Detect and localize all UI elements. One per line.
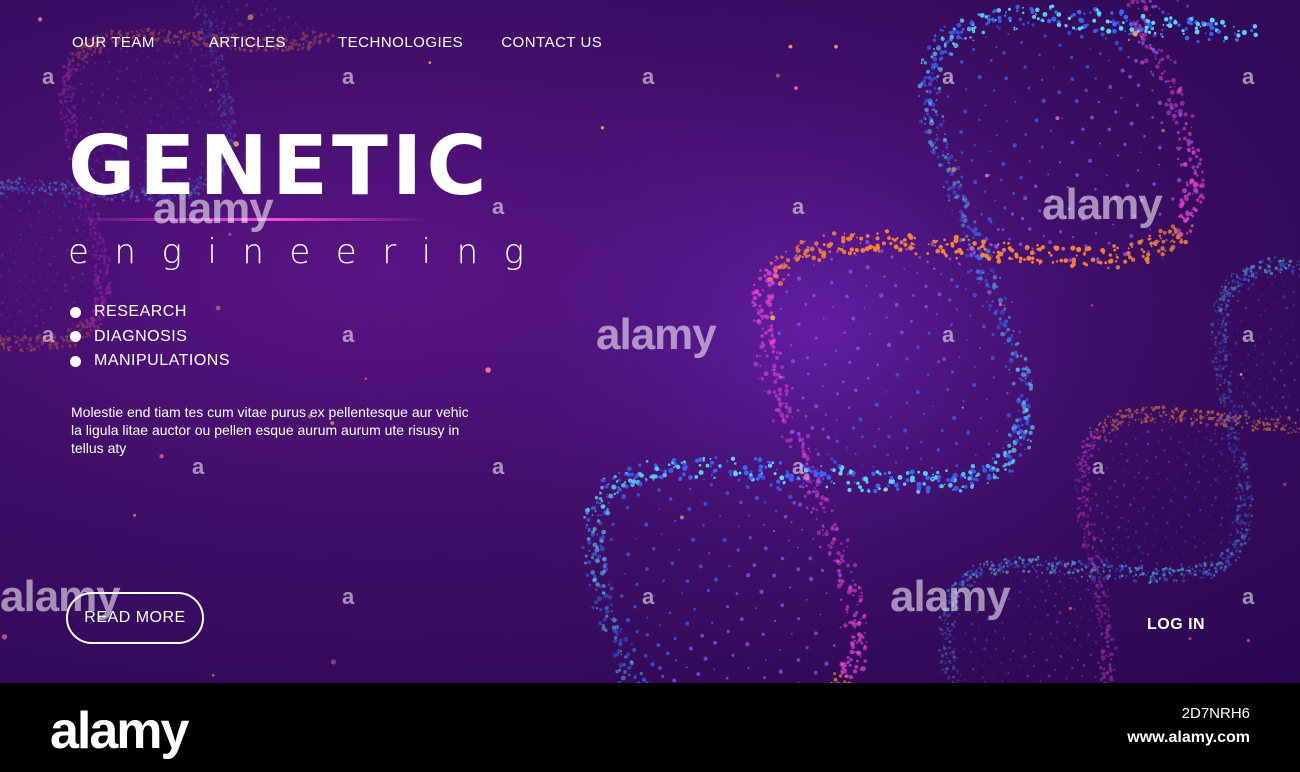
image-id-label: 2D7NRH6 (1181, 705, 1250, 722)
feature-label: MANIPULATIONS (94, 352, 230, 370)
nav-link-articles[interactable]: ARTICLES (209, 34, 286, 51)
watermark-letter: a (42, 322, 55, 347)
watermark-letter: a (342, 64, 355, 89)
watermark-letter: a (342, 322, 355, 347)
page-subtitle: engineering (68, 232, 550, 272)
hero-background: OUR TEAM ARTICLES TECHNOLOGIES CONTACT U… (0, 0, 1300, 683)
top-navigation: OUR TEAM ARTICLES TECHNOLOGIES CONTACT U… (72, 34, 602, 51)
bullet-dot-icon (70, 355, 81, 367)
watermark-letter: a (492, 454, 505, 479)
watermark-letter: a (792, 194, 805, 219)
watermark-letter: a (1242, 322, 1255, 347)
watermark-letter: a (492, 194, 505, 219)
watermark-letter: a (642, 64, 655, 89)
nav-link-contact-us[interactable]: CONTACT US (501, 34, 602, 51)
watermark-letter: a (792, 454, 805, 479)
watermark-letter: a (642, 584, 655, 609)
nav-link-technologies[interactable]: TECHNOLOGIES (338, 34, 463, 51)
site-url-label: www.alamy.com (1127, 729, 1250, 746)
page-title: GENETIC (68, 119, 491, 214)
login-link[interactable]: LOG IN (1147, 616, 1205, 634)
hero-description: Molestie end tiam tes cum vitae purus ex… (71, 404, 469, 456)
bullet-dot-icon (70, 331, 81, 343)
watermark-text: alamy (0, 572, 121, 621)
feature-item-diagnosis: DIAGNOSIS (70, 325, 230, 350)
watermark-letter: a (42, 64, 55, 89)
feature-item-manipulations: MANIPULATIONS (70, 349, 230, 374)
watermark-letter: a (942, 64, 955, 89)
watermark-letter: a (1092, 454, 1105, 479)
watermark-letter: a (942, 322, 955, 347)
watermark-text: alamy (153, 184, 274, 233)
nav-link-our-team[interactable]: OUR TEAM (72, 34, 155, 51)
watermark-text: alamy (596, 310, 717, 359)
stock-brand-logo: alamy (50, 702, 189, 760)
feature-label: DIAGNOSIS (94, 327, 188, 345)
feature-label: RESEARCH (94, 303, 187, 321)
feature-item-research: RESEARCH (70, 300, 230, 325)
stock-footer-bar: alamy 2D7NRH6 www.alamy.com (0, 683, 1300, 772)
watermark-letter: a (342, 584, 355, 609)
watermark-letter: a (1242, 584, 1255, 609)
watermark-text: alamy (890, 572, 1011, 621)
watermark-letter: a (1242, 64, 1255, 89)
watermark-letter: a (192, 454, 205, 479)
bullet-dot-icon (70, 306, 81, 318)
feature-list: RESEARCH DIAGNOSIS MANIPULATIONS (70, 300, 230, 374)
watermark-text: alamy (1042, 180, 1163, 229)
